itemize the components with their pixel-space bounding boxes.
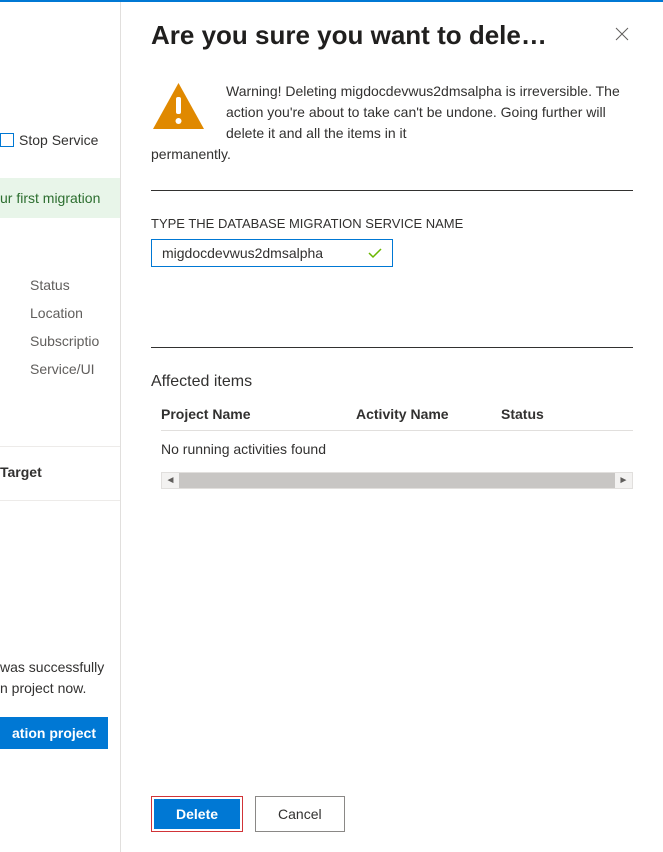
stop-service-button[interactable]: Stop Service	[0, 132, 98, 148]
location-label: Location	[30, 305, 99, 321]
scroll-track[interactable]	[179, 473, 615, 488]
service-ui-label: Service/UI	[30, 361, 99, 377]
col-status: Status	[501, 406, 633, 422]
delete-button[interactable]: Delete	[154, 799, 240, 829]
warning-text: Warning! Deleting migdocdevwus2dmsalpha …	[226, 81, 633, 144]
delete-button-highlight: Delete	[151, 796, 243, 832]
table-empty-message: No running activities found	[161, 441, 633, 457]
stop-icon	[0, 133, 14, 147]
subscription-label: Subscriptio	[30, 333, 99, 349]
divider	[0, 500, 120, 501]
horizontal-scrollbar[interactable]: ◄ ►	[161, 472, 633, 489]
delete-confirmation-modal: Are you sure you want to dele… Warning! …	[120, 2, 663, 852]
banner-text: ur first migration	[0, 190, 100, 206]
stop-service-label: Stop Service	[19, 132, 98, 148]
confirm-name-input-wrapper[interactable]	[151, 239, 393, 267]
divider	[151, 347, 633, 348]
status-label: Status	[30, 277, 99, 293]
confirm-name-input[interactable]	[162, 245, 352, 261]
warning-text-cont: permanently.	[151, 144, 633, 165]
affected-items-table: Project Name Activity Name Status No run…	[161, 406, 633, 489]
close-icon[interactable]	[611, 21, 633, 50]
scroll-left-arrow[interactable]: ◄	[162, 472, 179, 489]
cancel-button[interactable]: Cancel	[255, 796, 345, 832]
divider	[0, 446, 120, 447]
scroll-right-arrow[interactable]: ►	[615, 472, 632, 489]
target-heading: Target	[0, 464, 42, 480]
divider	[151, 190, 633, 191]
confirm-name-label: TYPE THE DATABASE MIGRATION SERVICE NAME	[151, 216, 633, 231]
checkmark-icon	[368, 248, 382, 259]
affected-items-heading: Affected items	[151, 373, 633, 391]
table-header-row: Project Name Activity Name Status	[161, 406, 633, 431]
warning-icon	[151, 81, 206, 131]
modal-title: Are you sure you want to dele…	[151, 20, 547, 51]
col-project-name: Project Name	[161, 406, 356, 422]
success-message: was successfully n project now.	[0, 657, 104, 699]
migration-project-button[interactable]: ation project	[0, 717, 108, 749]
col-activity-name: Activity Name	[356, 406, 501, 422]
